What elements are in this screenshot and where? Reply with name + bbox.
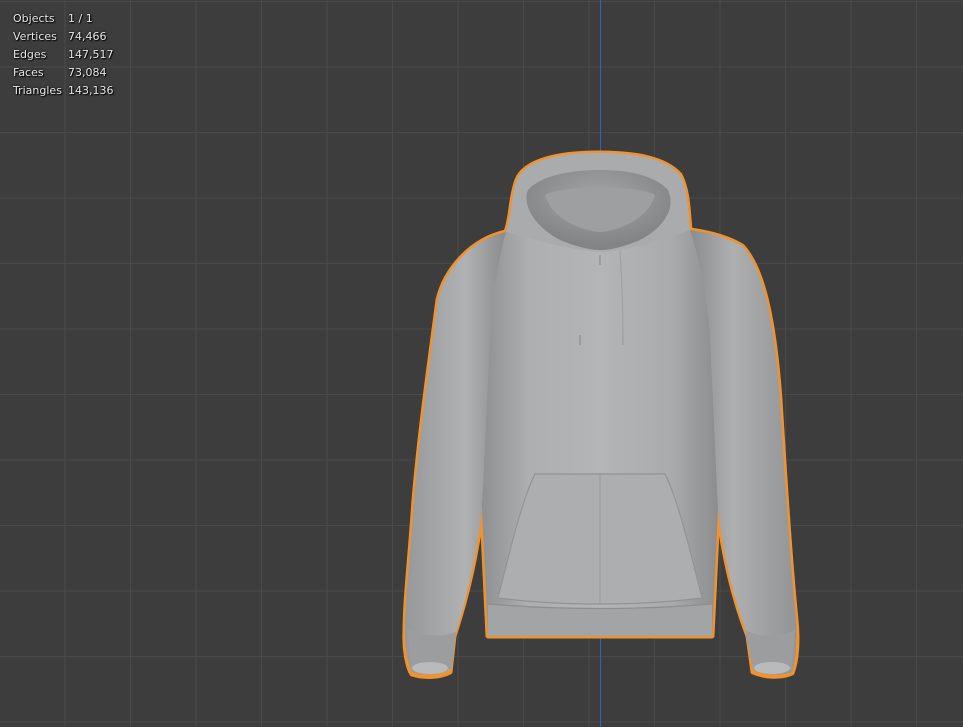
right-cuff-opening bbox=[754, 662, 790, 674]
left-cuff-opening bbox=[412, 662, 448, 674]
3d-viewport[interactable]: Objects 1 / 1 Vertices 74,466 Edges 147,… bbox=[0, 0, 963, 727]
hoodie-mesh[interactable] bbox=[0, 0, 963, 727]
